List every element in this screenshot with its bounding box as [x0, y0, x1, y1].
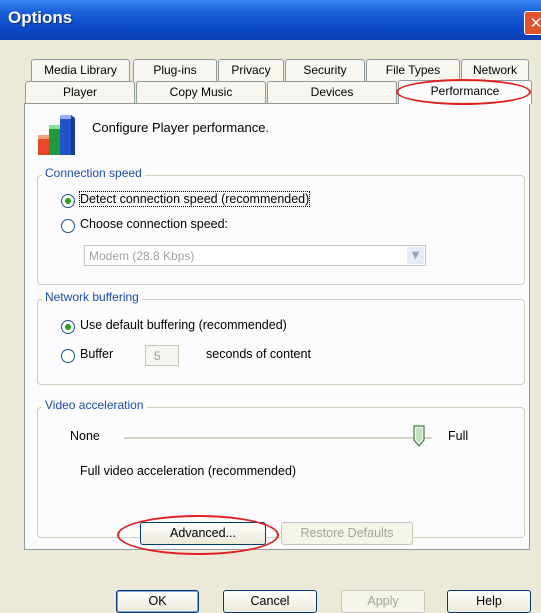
detect-speed-label[interactable]: Detect connection speed (recommended): [78, 191, 311, 207]
ok-button[interactable]: OK: [116, 590, 199, 613]
tab-media-library[interactable]: Media Library: [31, 59, 130, 81]
tab-file-types[interactable]: File Types: [366, 59, 460, 81]
help-button[interactable]: Help: [447, 590, 531, 613]
advanced-button[interactable]: Advanced...: [140, 522, 266, 545]
tab-player[interactable]: Player: [25, 81, 135, 103]
buffer-label[interactable]: Buffer: [80, 347, 113, 361]
tab-performance[interactable]: Performance: [398, 80, 532, 104]
restore-defaults-button[interactable]: Restore Defaults: [281, 522, 413, 545]
close-icon[interactable]: ✕: [524, 11, 541, 35]
performance-icon: [38, 115, 75, 155]
network-buffering-title: Network buffering: [42, 290, 142, 304]
slider-min-label: None: [70, 429, 100, 443]
window-title: Options: [8, 8, 73, 27]
acceleration-slider-track[interactable]: [124, 437, 432, 440]
choose-speed-radio[interactable]: [61, 219, 75, 233]
tab-network[interactable]: Network: [461, 59, 529, 81]
choose-speed-label[interactable]: Choose connection speed:: [80, 217, 228, 231]
default-buffering-radio[interactable]: [61, 320, 75, 334]
tab-devices[interactable]: Devices: [267, 81, 397, 103]
tab-security[interactable]: Security: [285, 59, 365, 81]
title-bar[interactable]: Options ✕: [0, 0, 541, 40]
detect-speed-radio[interactable]: [61, 194, 75, 208]
tab-copy-music[interactable]: Copy Music: [136, 81, 266, 103]
connection-speed-value: Modem (28.8 Kbps): [89, 249, 195, 263]
network-buffering-group: [37, 299, 525, 385]
slider-max-label: Full: [448, 429, 469, 443]
connection-speed-dropdown[interactable]: Modem (28.8 Kbps) ▼: [84, 245, 426, 266]
tab-privacy[interactable]: Privacy: [218, 59, 284, 81]
default-buffering-label[interactable]: Use default buffering (recommended): [80, 318, 287, 332]
tab-plug-ins[interactable]: Plug-ins: [133, 59, 217, 81]
options-dialog: Options ✕ Media Library Plug-ins Privacy…: [0, 0, 541, 613]
radio-selected-dot: [65, 198, 71, 204]
buffer-radio[interactable]: [61, 349, 75, 363]
connection-speed-title: Connection speed: [42, 166, 145, 180]
apply-button[interactable]: Apply: [341, 590, 425, 613]
buffer-suffix-label: seconds of content: [206, 347, 311, 361]
cancel-button[interactable]: Cancel: [223, 590, 317, 613]
chevron-down-icon[interactable]: ▼: [407, 247, 424, 264]
acceleration-status: Full video acceleration (recommended): [80, 464, 297, 478]
radio-selected-dot: [65, 324, 71, 330]
video-acceleration-title: Video acceleration: [42, 398, 147, 412]
acceleration-slider-thumb[interactable]: [413, 425, 425, 447]
buffer-seconds-value: 5: [154, 349, 161, 363]
buffer-seconds-input[interactable]: 5: [145, 345, 179, 366]
header-description: Configure Player performance.: [92, 120, 270, 135]
